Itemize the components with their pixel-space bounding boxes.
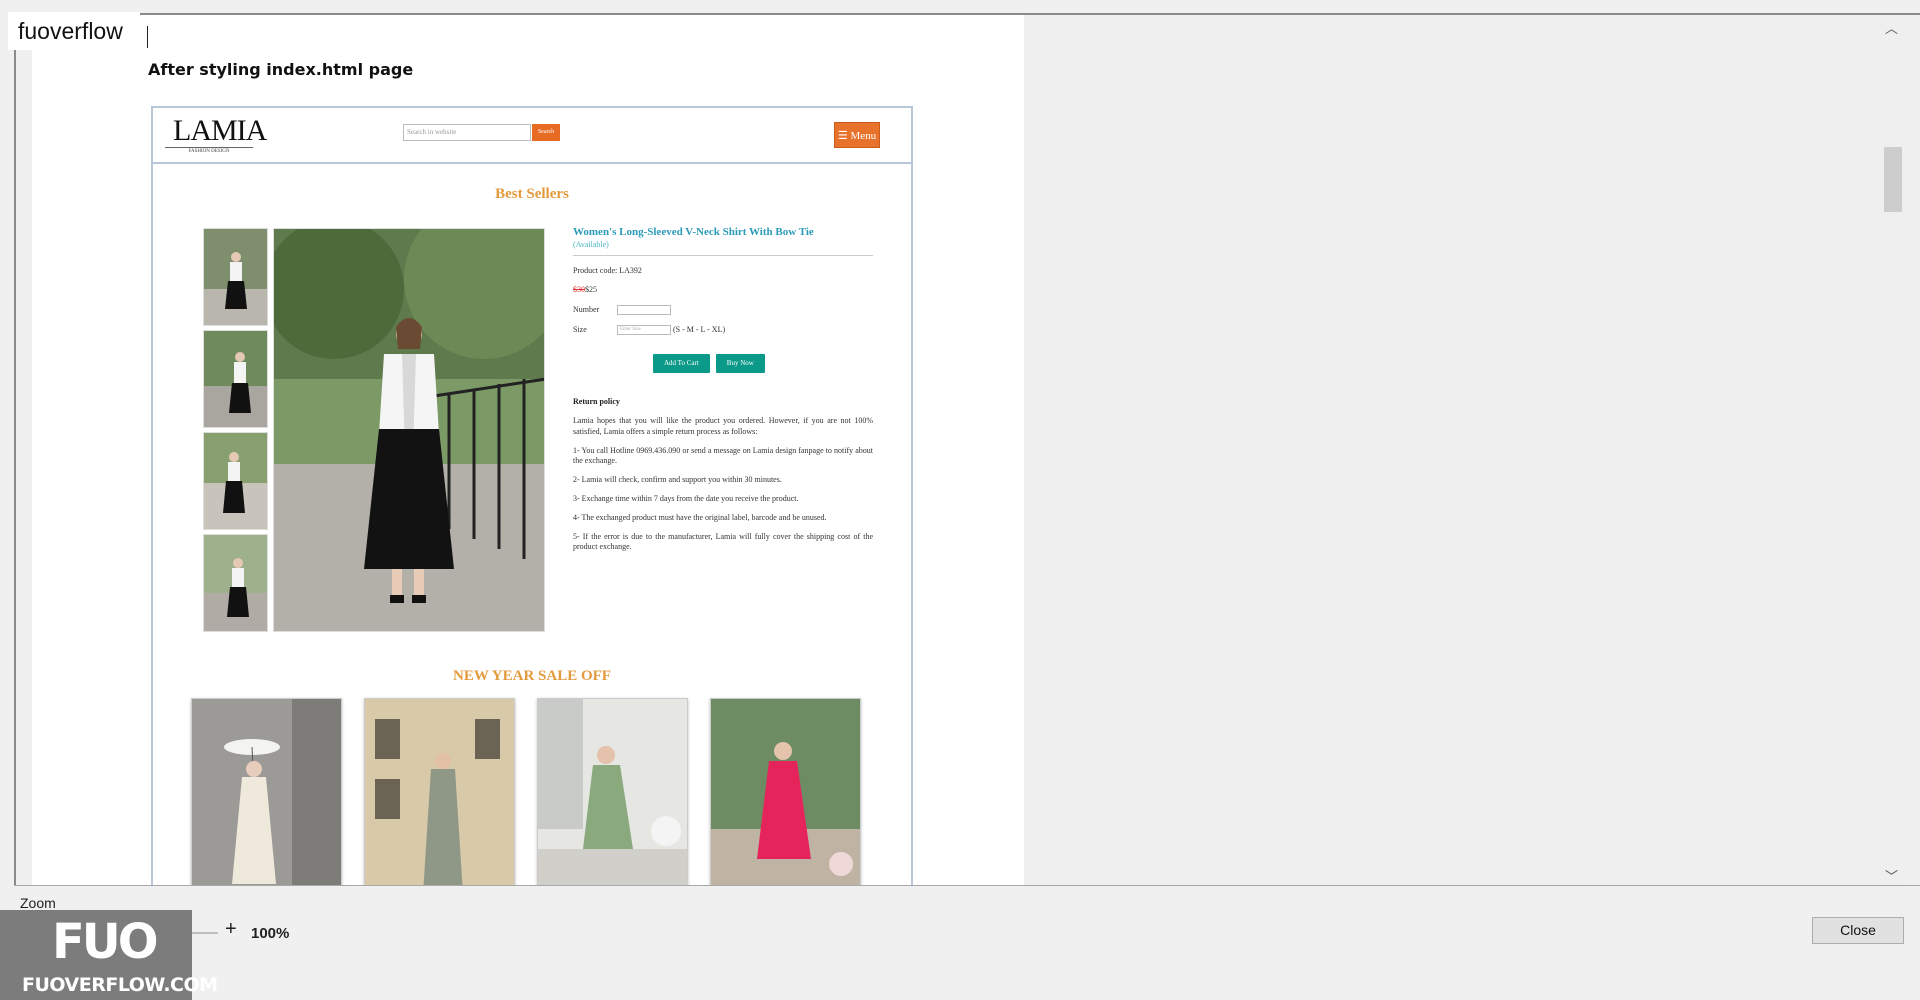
- size-row: Size Enter Size (S - M - L - XL): [573, 325, 873, 336]
- watermark-logo: FUO FUOVERFLOW.COM: [0, 910, 218, 1000]
- divider: [14, 885, 1920, 886]
- divider: [573, 254, 873, 256]
- scrollbar-thumb[interactable]: [1884, 147, 1902, 212]
- sale-product-card: [537, 698, 688, 886]
- scroll-down-icon[interactable]: ﹀: [1885, 866, 1898, 885]
- new-year-sale-heading: NEW YEAR SALE OFF: [453, 668, 611, 684]
- scroll-up-icon[interactable]: ︿: [1885, 18, 1898, 37]
- return-policy-title: Return policy: [573, 397, 620, 407]
- close-button[interactable]: Close: [1812, 917, 1904, 944]
- number-input: [617, 305, 671, 316]
- document-canvas[interactable]: After styling index.html page LAMIA FASH…: [32, 15, 1024, 886]
- product-main-photo: [273, 228, 545, 632]
- best-sellers-heading: Best Sellers: [495, 186, 569, 202]
- number-label: Number: [573, 305, 600, 315]
- website-screenshot: LAMIA FASHION DESIGN Search in website S…: [151, 106, 913, 886]
- return-policy-item: 5- If the error is due to the manufactur…: [573, 531, 873, 552]
- zoom-value: 100%: [251, 925, 290, 942]
- site-logo: LAMIA: [173, 114, 267, 147]
- number-row: Number: [573, 305, 873, 316]
- site-search-button: Search: [532, 124, 560, 141]
- return-policy-item: 3- Exchange time within 7 days from the …: [573, 494, 799, 504]
- site-header: LAMIA FASHION DESIGN Search in website S…: [153, 108, 911, 164]
- zoom-in-button[interactable]: +: [225, 918, 237, 941]
- text-caret: [147, 26, 148, 48]
- product-price: $30$25: [573, 285, 873, 296]
- product-thumbnail: [203, 432, 268, 530]
- document-viewer-window: After styling index.html page LAMIA FASH…: [0, 0, 1920, 1000]
- watermark-text: FUOVERFLOW.COM: [22, 974, 218, 996]
- return-policy-item: 4- The exchanged product must have the o…: [573, 512, 827, 522]
- return-policy-item: 1- You call Hotline 0969.436.090 or send…: [573, 445, 873, 466]
- return-policy-item: 2- Lamia will check, confirm and support…: [573, 475, 782, 485]
- empty-pane: [1024, 15, 1886, 886]
- app-brand-tab: fuoverflow: [8, 12, 148, 50]
- product-details: Women's Long-Sleeved V-Neck Shirt With B…: [573, 225, 873, 561]
- sale-product-card: [364, 698, 515, 886]
- product-actions: Add To Cart Buy Now: [653, 353, 873, 374]
- sale-product-card: [710, 698, 861, 886]
- site-search-input: Search in website: [403, 124, 531, 141]
- vertical-scrollbar[interactable]: ︿ ﹀: [1880, 15, 1906, 886]
- product-thumbnail: [203, 228, 268, 326]
- size-hint: (S - M - L - XL): [673, 325, 726, 335]
- current-price: $25: [585, 285, 597, 295]
- product-code: Product code: LA392: [573, 265, 642, 275]
- add-to-cart-button: Add To Cart: [653, 353, 710, 374]
- document-caption: After styling index.html page: [148, 60, 414, 79]
- product-thumbnail: [203, 330, 268, 428]
- size-label: Size: [573, 325, 587, 335]
- buy-now-button: Buy Now: [715, 353, 765, 374]
- window-border-left: [14, 13, 16, 886]
- size-input: Enter Size: [617, 325, 671, 336]
- return-policy-intro: Lamia hopes that you will like the produ…: [573, 416, 873, 436]
- site-menu-button: ☰ Menu: [834, 122, 880, 148]
- watermark-logo-mark: FUO: [52, 914, 159, 970]
- product-title: Women's Long-Sleeved V-Neck Shirt With B…: [573, 226, 814, 238]
- app-brand: fuoverflow: [18, 18, 123, 44]
- zoom-label: Zoom: [20, 895, 56, 911]
- sale-product-card: [191, 698, 342, 886]
- product-availability: (Available): [573, 239, 609, 249]
- product-thumbnails: [203, 228, 269, 636]
- site-logo-subtitle: FASHION DESIGN: [165, 147, 253, 154]
- old-price: $30: [573, 285, 585, 295]
- product-thumbnail: [203, 534, 268, 632]
